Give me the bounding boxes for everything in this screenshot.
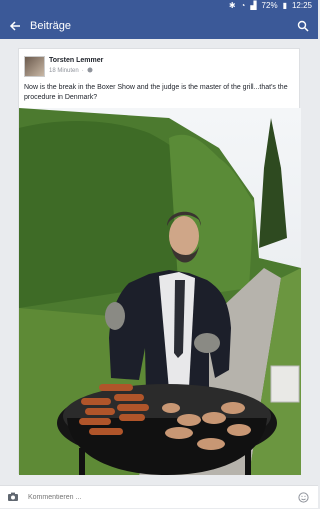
bluetooth-icon: ✱ — [228, 1, 236, 10]
emoji-icon[interactable] — [292, 486, 314, 509]
avatar[interactable] — [24, 56, 45, 77]
battery-icon: ▮ — [282, 1, 287, 10]
clock: 12:25 — [291, 1, 312, 10]
post-photo[interactable] — [19, 108, 301, 475]
signal-icon: ▟ — [250, 1, 257, 10]
page-title: Beiträge — [30, 19, 71, 32]
comment-input[interactable] — [24, 493, 292, 501]
comment-bar — [0, 485, 318, 508]
post-text: Now is the break in the Boxer Show and t… — [24, 84, 288, 101]
post-meta: 18 Minuten · — [49, 67, 93, 75]
post-header: Torsten Lemmer 18 Minuten · — [19, 49, 301, 81]
wifi-icon: ◔ — [240, 1, 246, 10]
status-bar: ✱ ◔ ▟ 72% ▮ 12:25 — [0, 0, 318, 12]
post-time: 18 Minuten — [49, 68, 79, 74]
camera-icon[interactable] — [2, 486, 24, 509]
post-author[interactable]: Torsten Lemmer — [49, 57, 103, 64]
battery-percent: 72% — [261, 1, 278, 10]
post-card: Torsten Lemmer 18 Minuten · Now is the b… — [18, 48, 301, 475]
search-icon[interactable] — [290, 12, 316, 39]
app-bar: Beiträge — [0, 12, 318, 39]
back-arrow-icon[interactable] — [2, 12, 28, 39]
globe-icon — [87, 67, 93, 75]
dot-separator: · — [81, 68, 84, 74]
